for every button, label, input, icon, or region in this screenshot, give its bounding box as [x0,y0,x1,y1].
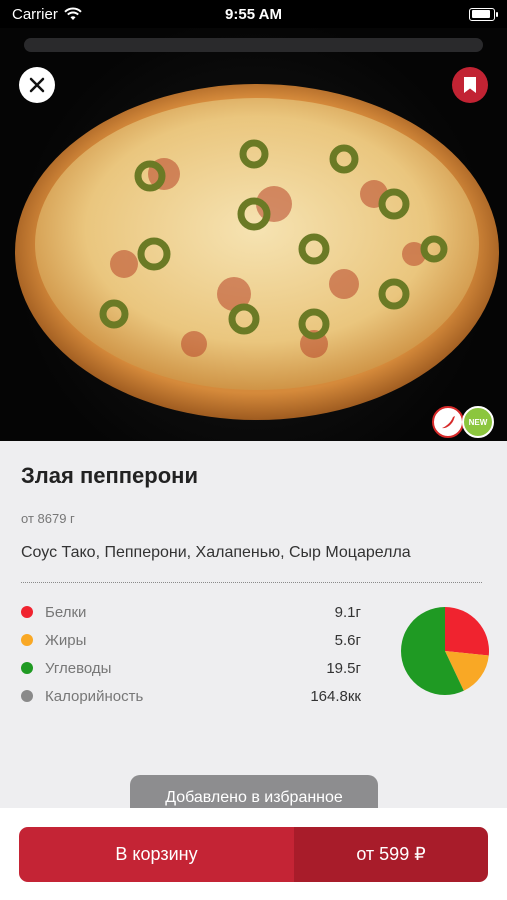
nutrition-label: Углеводы [45,659,112,677]
bottom-bar: В корзину от 599 ₽ [0,808,507,900]
close-icon [29,77,45,93]
calories-dot [21,690,33,702]
dotted-divider [21,582,482,583]
cart-label[interactable]: В корзину [19,827,294,882]
protein-dot [21,606,33,618]
wifi-icon [64,7,82,20]
nutrition-value: 5.6г [334,631,361,649]
carbs-dot [21,662,33,674]
spicy-badge [432,406,464,438]
product-ingredients: Соус Тако, Пепперони, Халапенью, Сыр Моц… [21,544,411,561]
nutrition-pie-chart [401,607,489,695]
pizza-image [15,84,499,420]
product-details: Злая пепперони от 8679 г Соус Тако, Пепп… [0,441,507,583]
nutrition-label: Белки [45,603,87,621]
battery-icon [469,7,498,21]
nutrition-row-calories: Калорийность 164.8кк [21,682,361,710]
toast-text: Добавлено в избранное [165,789,343,806]
nutrition-label: Калорийность [45,687,144,705]
bookmark-icon [464,77,476,93]
nutrition-list: Белки 9.1г Жиры 5.6г Углеводы 19.5г Кало… [21,598,361,710]
carrier-label: Carrier [12,5,58,23]
product-weight: от 8679 г [21,511,75,526]
nutrition-row-carbs: Углеводы 19.5г [21,654,361,682]
pie-slice-Белки [445,607,489,656]
nutrition-value: 164.8кк [310,687,361,705]
nutrition-row-fat: Жиры 5.6г [21,626,361,654]
status-left: Carrier [12,6,82,23]
cart-price[interactable]: от 599 ₽ [294,827,488,882]
fat-dot [21,634,33,646]
product-hero: NEW [0,28,507,441]
product-title: Злая пепперони [21,463,198,488]
nutrition-row-protein: Белки 9.1г [21,598,361,626]
new-badge: NEW [462,406,494,438]
chili-icon [442,416,455,429]
nutrition-label: Жиры [45,631,87,649]
sheet-handle[interactable] [24,38,483,52]
nutrition-value: 9.1г [334,603,361,621]
favorite-button[interactable] [452,67,488,103]
nutrition-value: 19.5г [326,659,361,677]
close-button[interactable] [19,67,55,103]
status-bar: Carrier 9:55 AM [0,0,507,28]
new-badge-label: NEW [468,417,488,427]
add-to-cart-button[interactable]: В корзину от 599 ₽ [19,827,488,882]
